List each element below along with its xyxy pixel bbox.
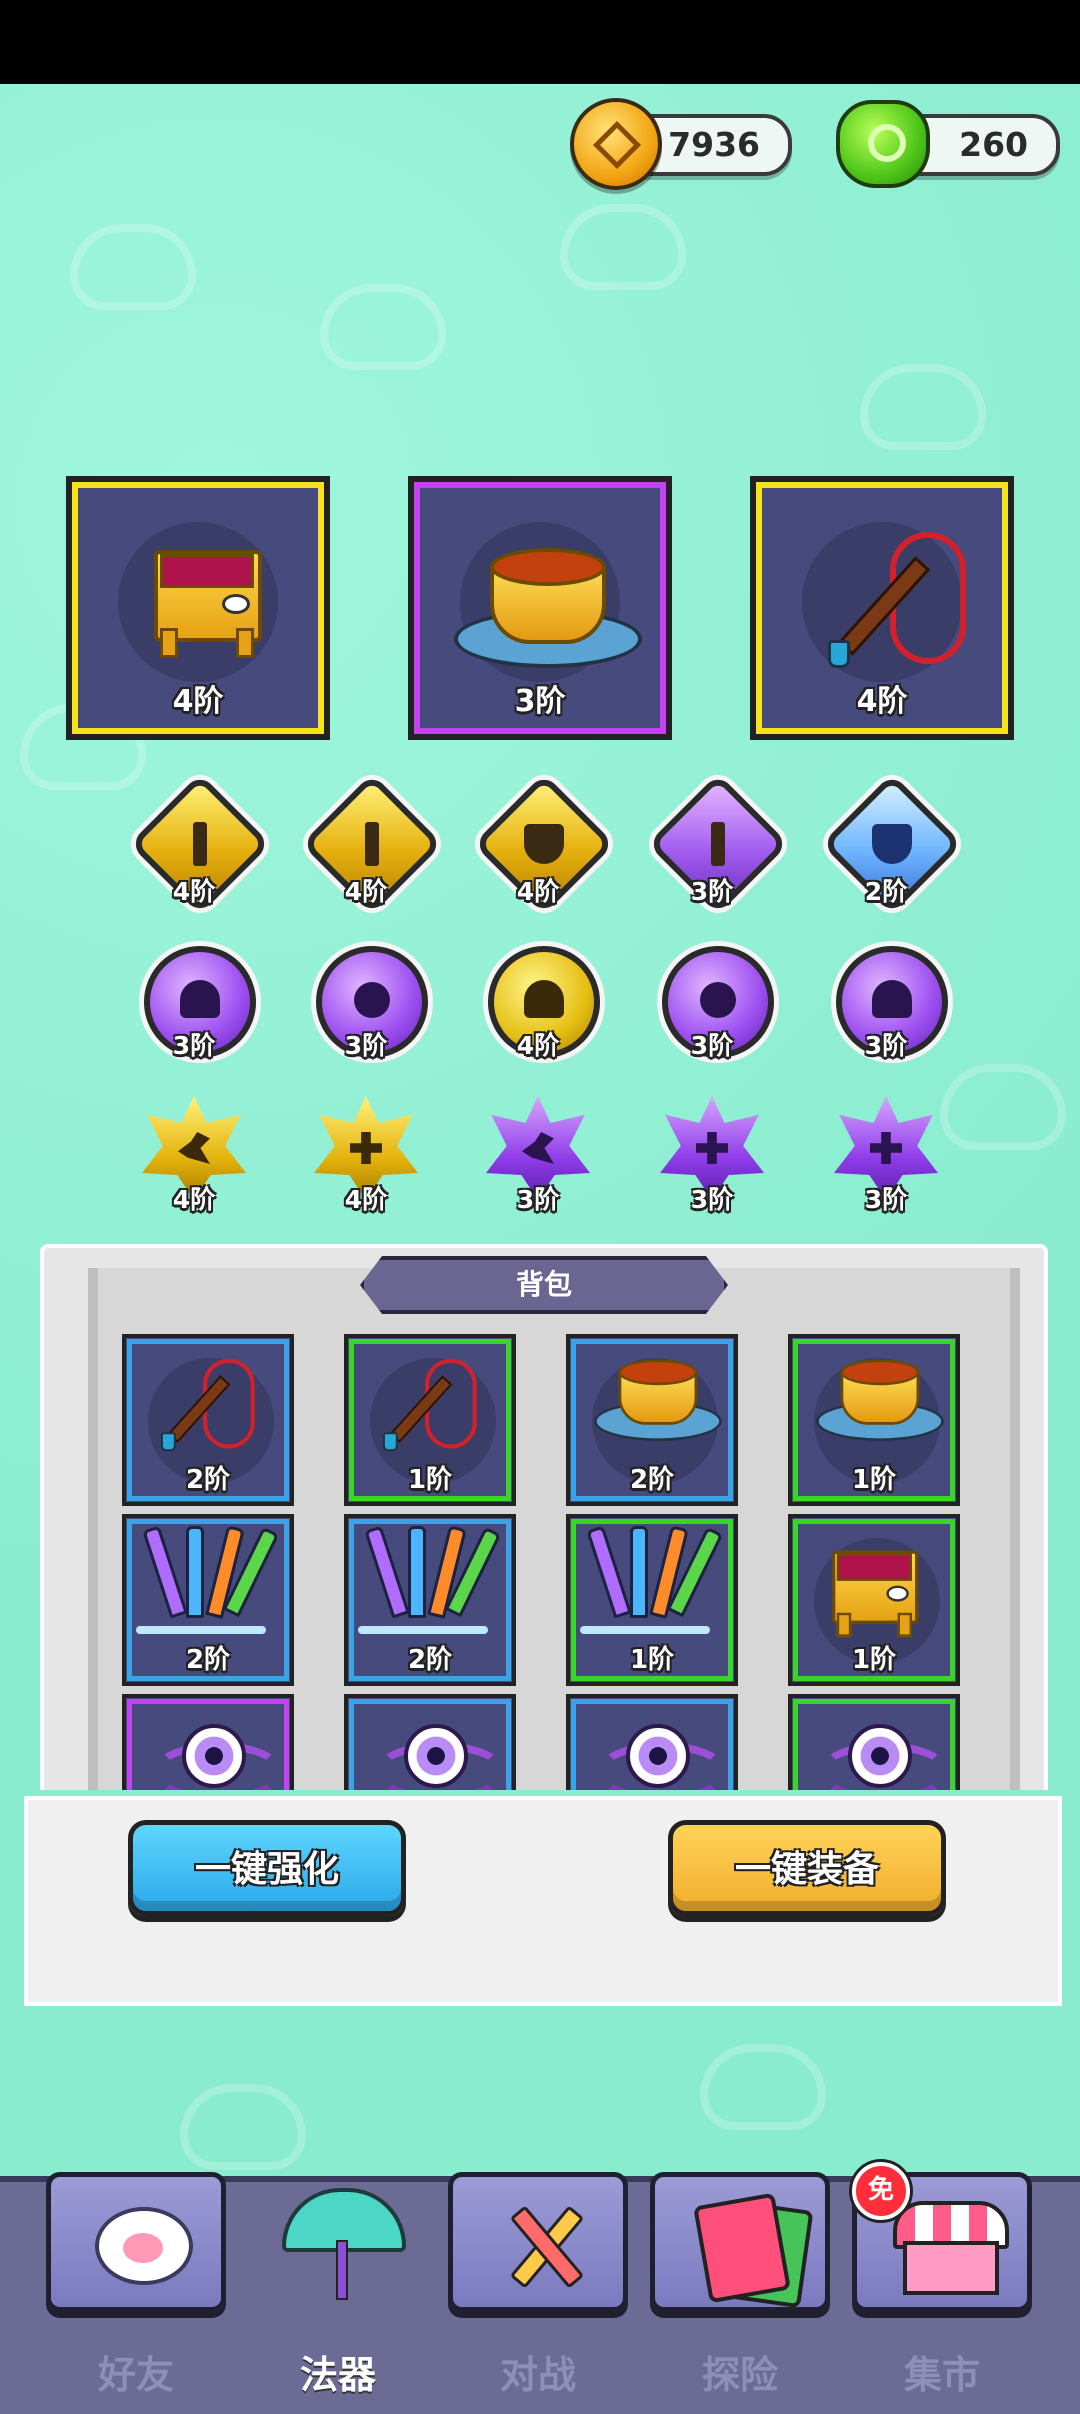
- cauldron-top: [836, 1553, 912, 1581]
- tab-label-friends[interactable]: 好友: [36, 2344, 236, 2399]
- crossed-swords-icon: [493, 2201, 593, 2289]
- tab-label-battle[interactable]: 对战: [438, 2344, 638, 2399]
- item-level: 1阶: [851, 1465, 897, 1495]
- backpack-item[interactable]: 1阶: [566, 1514, 738, 1686]
- cloud-decoration: [700, 2044, 826, 2130]
- enhance-all-button[interactable]: 一键强化: [128, 1820, 406, 1916]
- cauldron-icon: [816, 1536, 928, 1637]
- backpack-item[interactable]: 2阶: [122, 1514, 294, 1686]
- sword-blade: [408, 1526, 426, 1618]
- lotus-bowl-icon: [816, 1354, 944, 1442]
- eyeball-ball: [182, 1724, 246, 1788]
- whip-icon: [150, 1352, 255, 1454]
- sword-blade: [630, 1526, 648, 1618]
- sword-blade: [186, 1526, 204, 1618]
- eyeball-icon: [818, 1724, 950, 1790]
- backpack-item[interactable]: 2阶: [344, 1514, 516, 1686]
- backpack-item[interactable]: 2阶: [566, 1334, 738, 1506]
- item-level: 1阶: [851, 1645, 897, 1675]
- tab-friends[interactable]: [46, 2172, 226, 2312]
- swords-icon: [358, 1525, 502, 1638]
- tab-label-market[interactable]: 集市: [842, 2344, 1042, 2399]
- backpack-title: 背包: [360, 1256, 728, 1314]
- free-badge: 免: [852, 2162, 910, 2220]
- eyeball-icon: [152, 1724, 284, 1790]
- cauldron-leg: [897, 1612, 912, 1637]
- swords-icon: [580, 1525, 724, 1638]
- sword-blade: [364, 1525, 410, 1619]
- backpack-item[interactable]: [788, 1694, 960, 1790]
- bowl-rim: [840, 1359, 920, 1386]
- bowl-rim: [618, 1359, 698, 1386]
- paw-icon: [95, 2207, 193, 2285]
- item-level: 2阶: [185, 1645, 231, 1675]
- equip-all-button[interactable]: 一键装备: [668, 1820, 946, 1916]
- backpack-item[interactable]: 2阶: [122, 1334, 294, 1506]
- eyeball-icon: [374, 1724, 506, 1790]
- whip-icon: [372, 1352, 477, 1454]
- cauldron-leg: [836, 1612, 852, 1637]
- eyeball-ball: [404, 1724, 468, 1788]
- tab-battle[interactable]: [448, 2172, 628, 2312]
- sword-blade: [142, 1525, 188, 1619]
- cards-icon: [693, 2192, 791, 2304]
- eyeball-icon: [596, 1724, 728, 1790]
- umbrella-stick: [336, 2240, 348, 2300]
- eyeball-ball: [626, 1724, 690, 1788]
- backpack-item[interactable]: 1阶: [788, 1514, 960, 1686]
- cauldron-eye: [886, 1585, 909, 1602]
- backpack-item[interactable]: [122, 1694, 294, 1790]
- eyeball-ball: [848, 1724, 912, 1788]
- swoosh-effect: [358, 1626, 488, 1634]
- item-level: 1阶: [629, 1645, 675, 1675]
- tab-label-explore[interactable]: 探险: [640, 2344, 840, 2399]
- tab-label-artifacts[interactable]: 法器: [238, 2344, 438, 2399]
- item-level: 2阶: [185, 1465, 231, 1495]
- swoosh-effect: [136, 1626, 266, 1634]
- item-level: 2阶: [407, 1645, 453, 1675]
- swords-icon: [136, 1525, 280, 1638]
- whip-tassel: [160, 1432, 176, 1452]
- sword-blade: [586, 1525, 632, 1619]
- item-level: 1阶: [407, 1465, 453, 1495]
- shop-icon: [893, 2201, 1009, 2295]
- backpack-item[interactable]: 1阶: [344, 1334, 516, 1506]
- backpack-item[interactable]: 1阶: [788, 1334, 960, 1506]
- shop-base: [903, 2241, 999, 2295]
- tab-explore[interactable]: [650, 2172, 830, 2312]
- backpack-item[interactable]: [566, 1694, 738, 1790]
- item-level: 2阶: [629, 1465, 675, 1495]
- lotus-bowl-icon: [594, 1354, 722, 1442]
- backpack-scroll-area[interactable]: 2阶 1阶 2阶 1阶 2阶 2阶 1阶 1阶: [0, 0, 1080, 1790]
- umbrella-icon[interactable]: [278, 2180, 406, 2300]
- cloud-decoration: [180, 2084, 306, 2170]
- swoosh-effect: [580, 1626, 710, 1634]
- backpack-item[interactable]: [344, 1694, 516, 1790]
- whip-tassel: [382, 1432, 398, 1452]
